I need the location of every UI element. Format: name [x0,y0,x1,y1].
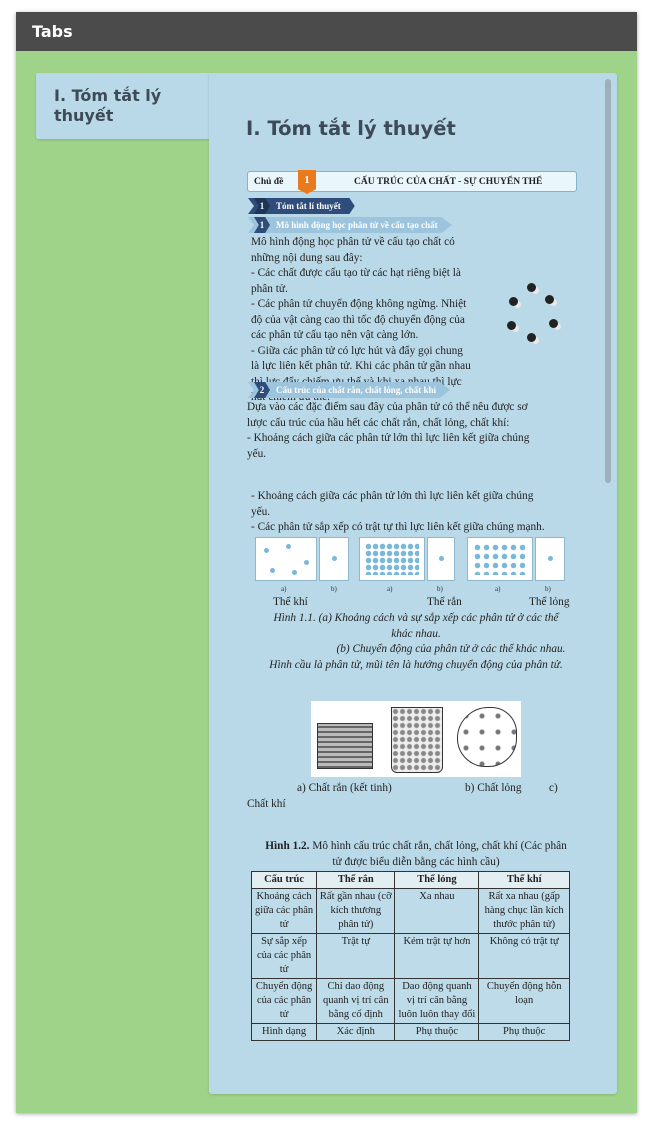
text-line: - Các phân tử sắp xếp có trật tự thì lực… [251,521,545,533]
molecules-illustration [505,281,565,351]
text-line: phân tử. [251,282,288,295]
gas-motion-box [319,537,349,581]
repeated-paragraph: - Khoảng cách giữa các phân tử lớn thì l… [251,489,586,536]
tab-tom-tat-ly-thuyet[interactable]: I. Tóm tắt lý thuyết [36,73,212,139]
topic-label: Chủ đề [254,177,284,187]
states-comparison-table: Cấu trúc Thể rắn Thể lỏng Thể khí Khoảng… [250,871,570,1041]
state-liquid-label: Thể lỏng [529,596,570,608]
table-cell: Trật tự [316,933,396,979]
text-line: là lực liên kết phân tử. Khi các phân tử… [251,360,471,372]
subsection-label: Mô hình động học phân tử về cấu tạo chất [276,220,438,230]
text-line: yếu. [251,505,271,518]
section-number: 1 [254,198,270,214]
table-cell: Phụ thuộc [478,1023,570,1041]
caption-line: (b) Chuyển động của phân tử ở các thể kh… [336,643,566,655]
states-labels: Thể khí Thể rắn Thể lỏng [251,595,581,611]
topic-banner: Chủ đề 1 CẤU TRÚC CỦA CHẤT - SỰ CHUYỂN T… [247,170,577,194]
column-header: Cấu trúc [250,871,318,889]
state-gas-label: Thể khí [273,596,308,608]
text-line: - Các phân tử chuyển động không ngừng. N… [251,298,467,310]
caption-bold: Hình 1.2. [265,840,310,852]
subsection-number: 1 [254,217,270,233]
table-cell: Phụ thuộc [394,1023,480,1041]
table-cell: Chuyển động của các phân tử [250,978,318,1024]
subsection-1-tag: 1 Mô hình động học phân tử về cấu tạo ch… [248,217,452,233]
subsection-2-tag: 2 Cấu trúc của chất rắn, chất lỏng, chất… [248,382,451,398]
text-line: - Giữa các phân tử có lực hút và đẩy gọi… [251,344,463,357]
structure-paragraph: Dựa vào các đặc điểm sau đây của phân tử… [247,400,582,462]
table-row: Sự sắp xếp của các phân tử Trật tự Kém t… [250,933,570,979]
table-cell: Chuyển động hỗn loạn [478,978,570,1024]
table-cell: Sự sắp xếp của các phân tử [250,933,318,979]
figure-1-1-caption: Hình 1.1. (a) Khoảng cách và sự sắp xếp … [251,611,581,673]
gas-balloon-illustration [457,707,517,767]
image-label-c-continued: Chất khí [247,798,286,810]
image-labels: a) Chất rắn (kết tinh) b) Chất lỏng c) [251,781,581,797]
tabs-window: Tabs I. Tóm tắt lý thuyết I. Tóm tắt lý … [16,12,637,1113]
table-cell: Rất xa nhau (gấp hàng chục lần kích thướ… [478,888,570,934]
table-row: Khoảng cách giữa các phân tử Rất gần nha… [250,888,570,934]
table-cell: Không có trật tự [478,933,570,979]
figure-1-2-caption: Hình 1.2. Mô hình cấu trúc chất rắn, chấ… [251,839,581,870]
window-title: Tabs [16,12,637,51]
state-solid-label: Thể rắn [427,596,462,608]
topic-number-badge: 1 [298,170,316,194]
vertical-scrollbar[interactable] [605,79,611,483]
liquid-distance-box [467,537,533,581]
solid-motion-box [427,537,455,581]
table-cell: Rất gần nhau (cỡ kích thương phân tử) [316,888,396,934]
text-line: Dựa vào các đặc điểm sau đây của phân tử… [247,401,528,413]
table-cell: Hình dạng [250,1023,318,1041]
section-summary-tag: 1 Tóm tắt lí thuyết [248,198,355,214]
states-diagram: a) b) a) b) a) b) [253,537,573,593]
text-line: lược cấu trúc của hầu hết các chất rắn, … [247,416,510,429]
section-label: Tóm tắt lí thuyết [276,201,341,211]
column-header: Thể rắn [316,871,396,889]
table-row: Hình dạng Xác định Phụ thuộc Phụ thuộc [250,1023,570,1041]
text-line: các phân tử cấu tạo nên vật càng lớn. [251,329,419,341]
text-line: độ của vật càng cao thì tốc độ chuyển độ… [251,313,465,326]
liquid-beaker-illustration [391,707,443,773]
caption-text: Mô hình cấu trúc chất rắn, chất lỏng, ch… [312,840,567,852]
crystal-cube-illustration [317,723,373,769]
table-cell: Xác định [316,1023,396,1041]
tabs-area: I. Tóm tắt lý thuyết I. Tóm tắt lý thuyế… [36,73,617,1094]
text-line: - Khoảng cách giữa các phân tử lớn thì l… [251,490,534,502]
table-cell: Chỉ dao động quanh vị trí cân bằng cố đị… [316,978,396,1024]
tab-panel: I. Tóm tắt lý thuyết Chủ đề 1 CẤU TRÚC C… [209,73,617,1094]
column-header: Thể khí [478,871,570,889]
table-row: Chuyển động của các phân tử Chỉ dao động… [250,978,570,1024]
solid-liquid-gas-image [311,701,521,777]
caption-line: Hình cầu là phân tử, mũi tên là hướng ch… [269,658,563,671]
table-cell: Kém trật tự hơn [394,933,480,979]
table-header-row: Cấu trúc Thể rắn Thể lỏng Thể khí [250,871,570,889]
text-line: những nội dung sau đây: [251,251,363,264]
caption-line: Hình 1.1. (a) Khoảng cách và sự sắp xếp … [273,612,559,624]
table-cell: Xa nhau [394,888,480,934]
topic-title: CẤU TRÚC CỦA CHẤT - SỰ CHUYỂN THỂ [354,177,543,187]
caption-line: khác nhau. [391,627,441,640]
kinetic-theory-paragraph: Mô hình động học phân tử về cấu tạo chất… [251,235,491,406]
text-line: yếu. [247,447,267,460]
image-label-c: c) [549,782,558,794]
liquid-motion-box [535,537,565,581]
solid-distance-box [359,537,425,581]
table-cell: Khoảng cách giữa các phân tử [250,888,318,934]
caption-line: tử được biểu diễn bằng các hình cầu) [332,855,500,868]
text-line: - Các chất được cấu tạo từ các hạt riêng… [251,267,461,279]
column-header: Thể lỏng [394,871,480,889]
image-label-a: a) Chất rắn (kết tinh) [297,782,392,794]
subsection-label: Cấu trúc của chất rắn, chất lỏng, chất k… [276,385,437,395]
subsection-number: 2 [254,382,270,398]
text-line: - Khoảng cách giữa các phân tử lớn thì l… [247,432,530,444]
panel-title: I. Tóm tắt lý thuyết [246,117,456,140]
table-cell: Dao động quanh vị trí cân bằng luôn luôn… [394,978,480,1024]
text-line: Mô hình động học phân tử về cấu tạo chất… [251,236,455,248]
gas-distance-box [255,537,317,581]
image-label-b: b) Chất lỏng [465,782,522,794]
